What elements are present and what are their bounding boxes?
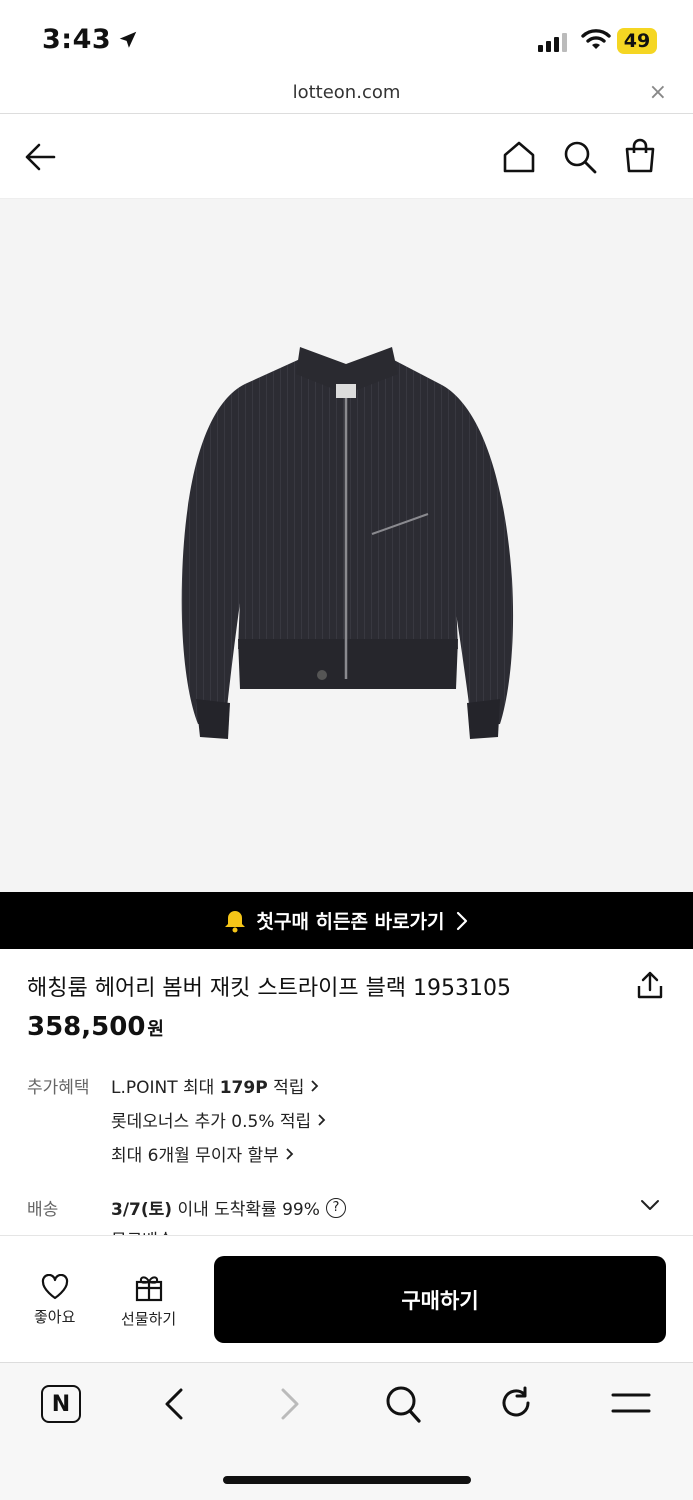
refresh-icon[interactable] — [498, 1385, 534, 1421]
chevron-right-icon — [286, 1147, 294, 1160]
delivery-date: 3/7(토) — [111, 1200, 173, 1220]
delivery-label: 배송 — [27, 1200, 59, 1220]
benefit-owners-text: 롯데오너스 추가 0.5% 적립 — [111, 1112, 312, 1132]
shopping-bag-icon[interactable] — [623, 138, 657, 174]
help-icon[interactable]: ? — [325, 1197, 346, 1218]
benefit-owners[interactable]: 롯데오너스 추가 0.5% 적립 — [111, 1107, 327, 1132]
banner-text[interactable]: 첫구매 히든존 바로가기 — [256, 907, 444, 934]
chevron-down-icon[interactable] — [640, 1198, 660, 1212]
share-icon[interactable] — [636, 970, 664, 1000]
forward-icon[interactable] — [278, 1387, 302, 1421]
app-header — [0, 114, 693, 199]
url-text[interactable]: lotteon.com — [0, 82, 693, 103]
close-icon[interactable]: × — [649, 80, 667, 105]
like-label: 좋아요 — [34, 1308, 76, 1326]
naver-app-icon[interactable]: N — [41, 1385, 81, 1423]
bell-icon — [225, 910, 246, 932]
first-purchase-banner[interactable]: 첫구매 히든존 바로가기 — [0, 892, 693, 949]
location-arrow-icon — [119, 31, 137, 48]
search-icon[interactable] — [563, 140, 597, 174]
battery-icon: 49 — [617, 28, 657, 54]
price-value: 358,500 — [27, 1012, 146, 1042]
bomber-jacket-image — [181, 347, 514, 739]
battery-level: 49 — [623, 30, 651, 52]
product-title: 해칭룸 헤어리 봄버 재킷 스트라이프 블랙 1953105 — [27, 976, 512, 1001]
cellular-signal-icon — [538, 33, 567, 52]
like-button[interactable]: 좋아요 — [34, 1274, 75, 1327]
chevron-right-icon — [456, 911, 467, 930]
back-arrow-icon[interactable] — [24, 142, 56, 172]
menu-icon[interactable] — [611, 1391, 651, 1415]
benefit-lpoint-suffix: 적립 — [267, 1078, 305, 1098]
delivery-partial: 무료배송 — [111, 1226, 174, 1235]
browser-url-bar[interactable]: lotteon.com × — [0, 80, 693, 114]
gift-icon — [135, 1276, 162, 1302]
benefit-lpoint-points: 179P — [219, 1078, 268, 1098]
benefits-label: 추가혜택 — [27, 1078, 90, 1098]
search-icon[interactable] — [385, 1385, 421, 1423]
price-currency: 원 — [147, 1019, 164, 1040]
back-icon[interactable] — [162, 1387, 186, 1421]
product-image[interactable] — [0, 199, 693, 892]
status-time: 3:43 — [42, 24, 139, 55]
product-price: 358,500 원 — [27, 1012, 164, 1042]
heart-icon — [41, 1274, 68, 1300]
gift-button[interactable]: 선물하기 — [121, 1272, 176, 1329]
wifi-icon — [581, 29, 611, 49]
benefit-lpoint-prefix: L.POINT 최대 — [111, 1078, 220, 1098]
browser-toolbar: N — [0, 1362, 693, 1500]
gift-label: 선물하기 — [121, 1310, 177, 1328]
home-indicator — [223, 1476, 471, 1484]
time-text: 3:43 — [42, 24, 112, 55]
benefit-lpoint[interactable]: L.POINT 최대 179P 적립 — [111, 1073, 320, 1098]
benefit-installment-text: 최대 6개월 무이자 할부 — [111, 1146, 279, 1166]
chevron-right-icon — [318, 1113, 326, 1126]
chevron-right-icon — [311, 1079, 319, 1092]
delivery-info: 3/7(토) 이내 도착확률 99% ? — [111, 1195, 346, 1220]
buy-button[interactable]: 구매하기 — [214, 1256, 666, 1343]
delivery-text: 이내 도착확률 99% — [172, 1200, 320, 1220]
purchase-action-bar: 좋아요 선물하기 구매하기 — [0, 1235, 693, 1362]
status-bar: 3:43 49 — [0, 0, 693, 80]
home-icon[interactable] — [502, 140, 536, 174]
benefit-installment[interactable]: 최대 6개월 무이자 할부 — [111, 1141, 295, 1166]
